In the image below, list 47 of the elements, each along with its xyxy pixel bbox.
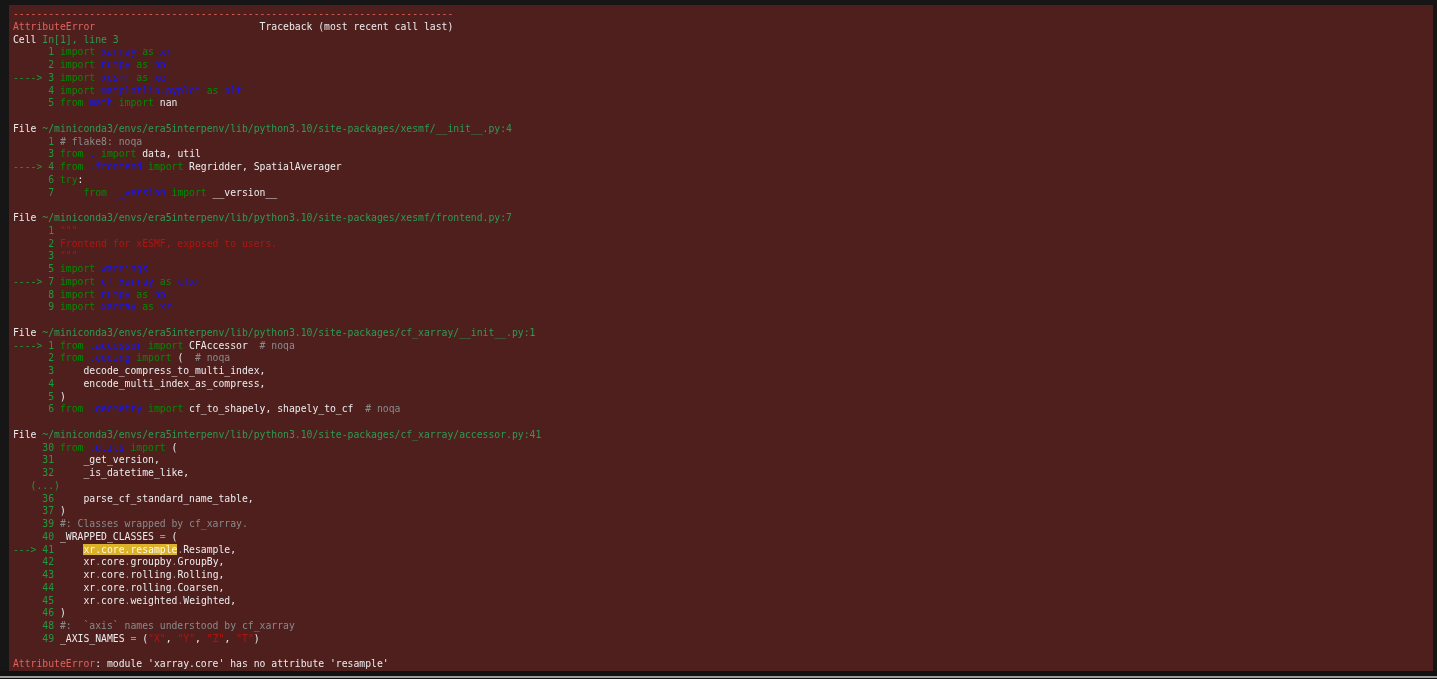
- traceback-line: 3 """: [47, 250, 78, 262]
- traceback-line: AttributeError: module 'xarray.core' has no attribute 'resample': [13, 658, 389, 670]
- traceback-line: 8 import numpy as np: [47, 288, 166, 300]
- traceback-line: ----> 4 from .frontend import Regridder, SpatialAverager: [13, 161, 342, 172]
- traceback-line: ----> 1 from .accessor import CFAccessor # noqa: [13, 339, 295, 351]
- traceback-line: 5 from math import nan: [47, 97, 178, 109]
- traceback-line: 6 from .geometry import cf_to_shapely, shapely_to_cf # noqa: [47, 403, 401, 415]
- traceback-line: File ~/miniconda3/envs/era5interpenv/lib/python3.10/site-packages/cf_xarray/accessor.py:41: [13, 428, 542, 440]
- traceback-line: 46 ): [41, 607, 66, 619]
- traceback-line: 4 import matplotlib.pyplot as plt: [47, 84, 242, 96]
- traceback-line: 36 parse_cf_standard_name_table,: [41, 492, 254, 504]
- traceback-line: 3 decode_compress_to_multi_index,: [47, 365, 266, 376]
- traceback-line: 37 ): [41, 505, 66, 517]
- traceback-line: 5 import warnings: [47, 263, 149, 274]
- traceback-line: Cell In[1], line 3: [13, 33, 119, 45]
- traceback-line: 44 xr.core.rolling.Coarsen,: [41, 581, 225, 593]
- traceback-line: 40 _WRAPPED_CLASSES = (: [41, 530, 178, 542]
- traceback-line: 42 xr.core.groupby.GroupBy,: [41, 556, 225, 568]
- traceback-line: 45 xr.core.weighted.Weighted,: [41, 594, 237, 606]
- traceback-line: ---------------------------------------------------------------------------: [13, 8, 454, 19]
- traceback-line: 2 from .coding import ( # noqa: [47, 352, 231, 364]
- traceback-line: 48 #: `axis` names understood by cf_xarray: [41, 620, 295, 631]
- traceback-line: 2 import numpy as np: [47, 59, 166, 70]
- traceback-line: 4 encode_multi_index_as_compress,: [47, 377, 266, 389]
- traceback-line: 2 Frontend for xESMF, exposed to users.: [47, 237, 278, 249]
- traceback-line: 49 _AXIS_NAMES = ("X", "Y", "Z", "T"): [41, 632, 260, 644]
- traceback-line: ----> 7 import cf_xarray as cfxr: [13, 275, 201, 287]
- traceback-line: (...): [29, 479, 60, 491]
- traceback-line: 31 _get_version,: [41, 454, 160, 466]
- traceback-line: 32 _is_datetime_like,: [41, 467, 190, 478]
- traceback-line: AttributeError Traceback (most recent call last): [13, 20, 454, 32]
- traceback-line: 1 """: [47, 224, 78, 236]
- traceback-line: 1 # flake8: noqa: [47, 135, 143, 147]
- traceback-line: ---> 41 xr.core.resample.Resample,: [13, 543, 237, 555]
- traceback-line: 3 from . import data, util: [47, 148, 201, 160]
- traceback-line: 30 from .utils import (: [41, 441, 178, 453]
- traceback-line: File ~/miniconda3/envs/era5interpenv/lib/python3.10/site-packages/xesmf/__init__.py:4: [13, 122, 512, 134]
- traceback-line: 43 xr.core.rolling.Rolling,: [41, 569, 225, 580]
- traceback-line: ----> 3 import xesmf as xe: [13, 71, 166, 83]
- traceback-line: 7 from ._version import __version__: [47, 186, 278, 198]
- traceback-line: 5 ): [47, 390, 66, 402]
- traceback-line: File ~/miniconda3/envs/era5interpenv/lib/python3.10/site-packages/cf_xarray/__init__.py:1: [13, 326, 536, 338]
- traceback-line: 9 import xarray as xr: [47, 301, 172, 313]
- traceback-line: File ~/miniconda3/envs/era5interpenv/lib/python3.10/site-packages/xesmf/frontend.py:7: [13, 212, 512, 223]
- traceback-line: 1 import xarray as xr: [47, 46, 172, 58]
- traceback-line: 6 try:: [47, 173, 84, 185]
- traceback-line: 39 #: Classes wrapped by cf_xarray.: [41, 518, 248, 529]
